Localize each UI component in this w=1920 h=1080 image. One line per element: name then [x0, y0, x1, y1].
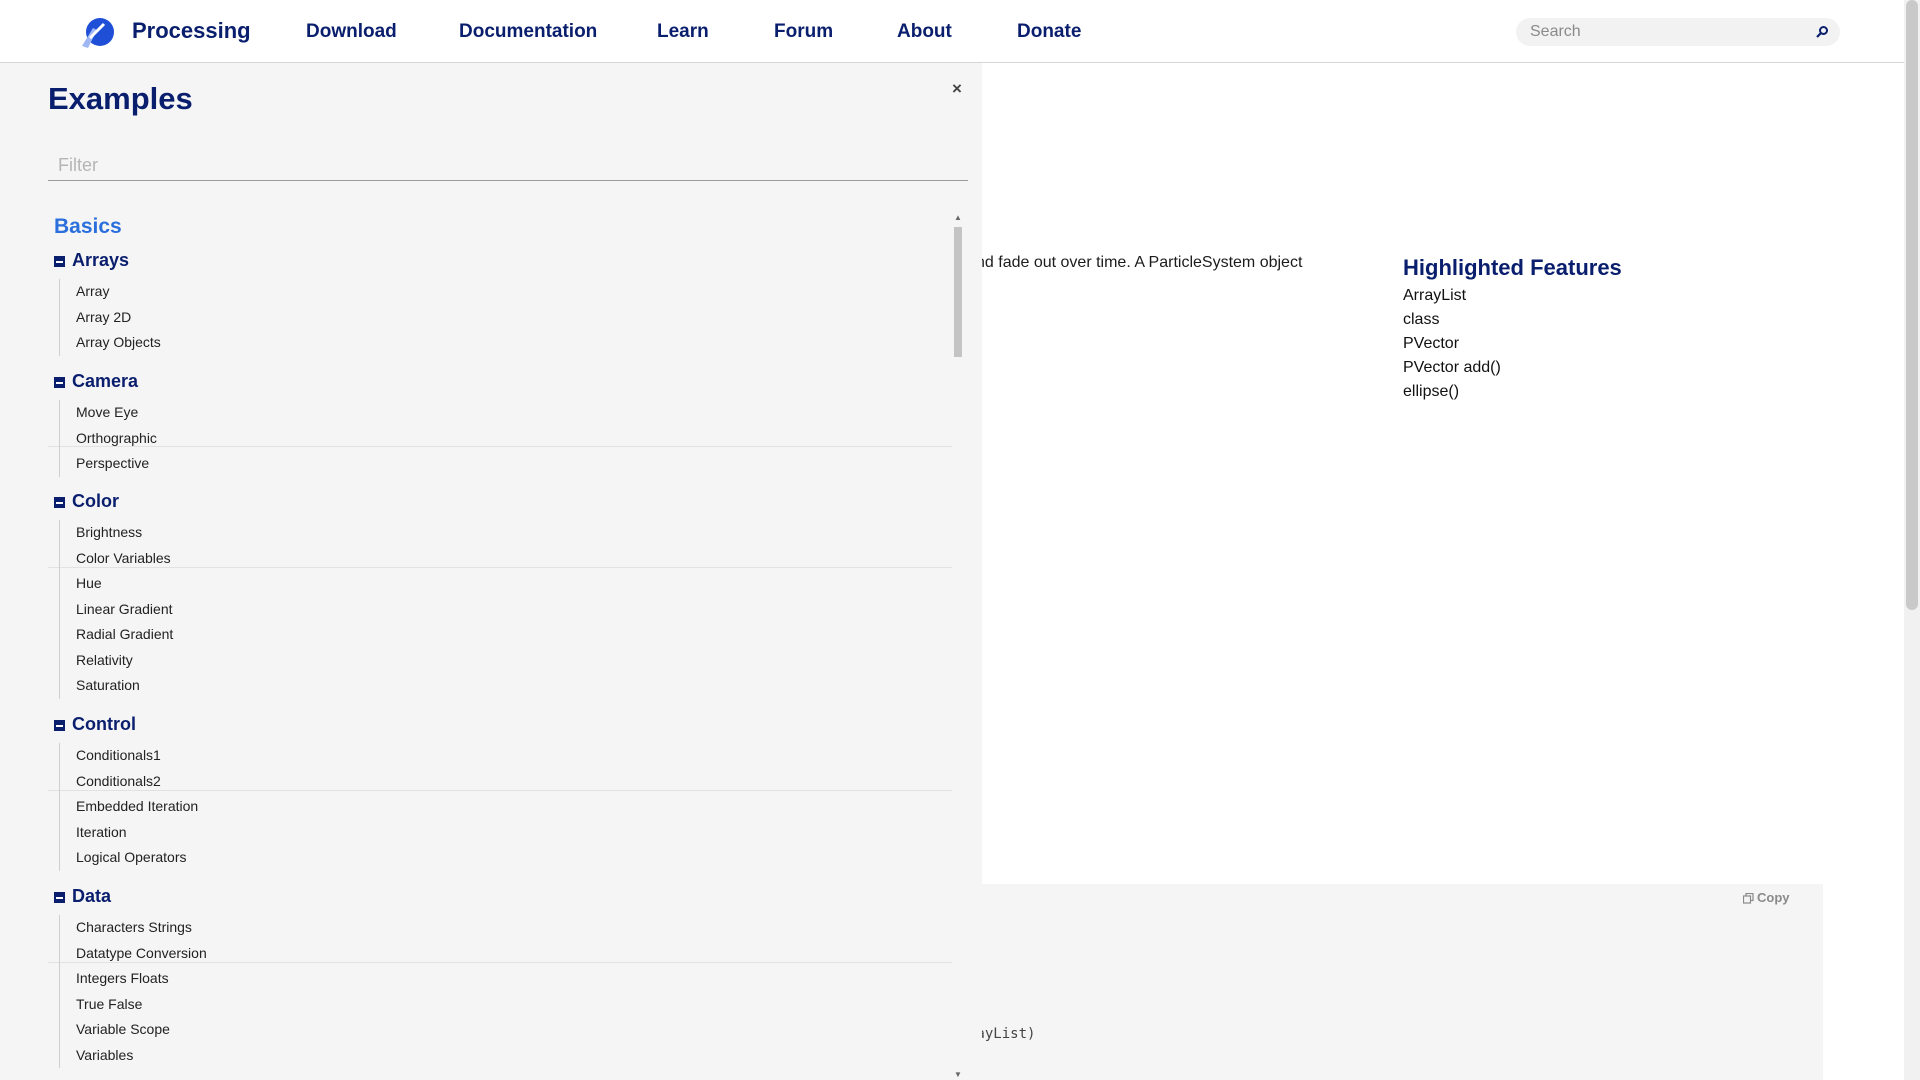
- collapse-icon: [54, 497, 65, 508]
- scroll-down-arrow-icon[interactable]: ▼: [952, 1070, 964, 1080]
- group-label: Data: [72, 886, 112, 906]
- page-scroll-thumb[interactable]: [1906, 0, 1918, 610]
- group-toggle-control[interactable]: Control: [48, 711, 952, 743]
- example-link[interactable]: Color Variables: [60, 546, 952, 572]
- example-link[interactable]: Brightness: [60, 520, 952, 546]
- search-input[interactable]: [1516, 18, 1840, 46]
- brand-name[interactable]: Processing: [132, 18, 251, 44]
- scroll-up-arrow-icon[interactable]: ▲: [952, 213, 964, 223]
- example-link[interactable]: Conditionals2: [60, 769, 952, 795]
- group-items: Move Eye Orthographic Perspective: [59, 400, 952, 477]
- nav-link-learn[interactable]: Learn: [657, 21, 709, 43]
- example-link[interactable]: Conditionals1: [60, 743, 952, 769]
- example-link[interactable]: Orthographic: [60, 426, 952, 452]
- drawer-scrollbar[interactable]: ▲ ▼: [952, 213, 964, 1080]
- feature-link[interactable]: PVector add(): [1403, 358, 1501, 382]
- feature-link[interactable]: ArrayList: [1403, 286, 1501, 310]
- example-link[interactable]: Array: [60, 279, 952, 305]
- code-block: [982, 884, 1823, 1080]
- category-heading-basics[interactable]: Basics: [54, 215, 122, 239]
- example-link[interactable]: Iteration: [60, 820, 952, 846]
- group-camera: Camera Move Eye Orthographic Perspective: [48, 368, 952, 477]
- group-arrays: Arrays Array Array 2D Array Objects: [48, 247, 952, 356]
- copy-button[interactable]: Copy: [1742, 890, 1790, 905]
- example-link[interactable]: Linear Gradient: [60, 597, 952, 623]
- nav-link-download[interactable]: Download: [306, 21, 397, 43]
- example-link[interactable]: Integers Floats: [60, 966, 952, 992]
- highlighted-features-list: ArrayList class PVector PVector add() el…: [1403, 286, 1501, 406]
- group-items: Conditionals1 Conditionals2 Embedded Ite…: [59, 743, 952, 871]
- nav-link-documentation[interactable]: Documentation: [459, 21, 597, 43]
- feature-link[interactable]: ellipse(): [1403, 382, 1501, 406]
- collapse-icon: [54, 720, 65, 731]
- group-toggle-camera[interactable]: Camera: [48, 368, 952, 400]
- example-link[interactable]: Array 2D: [60, 305, 952, 331]
- example-link[interactable]: Variables: [60, 1043, 952, 1069]
- drawer-title: Examples: [48, 81, 193, 116]
- example-link[interactable]: Variable Scope: [60, 1017, 952, 1043]
- example-link[interactable]: Datatype Conversion: [60, 941, 952, 967]
- examples-drawer: Examples × Basics Arrays Array Array 2D …: [0, 63, 982, 1080]
- search-icon[interactable]: [1812, 22, 1832, 42]
- group-color: Color Brightness Color Variables Hue Lin…: [48, 488, 952, 699]
- examples-list: Basics Arrays Array Array 2D Array Objec…: [48, 213, 952, 1080]
- group-items: Brightness Color Variables Hue Linear Gr…: [59, 520, 952, 699]
- example-link[interactable]: Move Eye: [60, 400, 952, 426]
- group-label: Control: [72, 714, 136, 734]
- group-items: Characters Strings Datatype Conversion I…: [59, 915, 952, 1068]
- group-label: Camera: [72, 371, 139, 391]
- example-link[interactable]: Embedded Iteration: [60, 794, 952, 820]
- top-navigation: Processing Download Documentation Learn …: [0, 0, 1904, 63]
- example-link[interactable]: Relativity: [60, 648, 952, 674]
- nav-link-donate[interactable]: Donate: [1017, 21, 1081, 43]
- group-toggle-data[interactable]: Data: [48, 883, 952, 915]
- close-button[interactable]: ×: [952, 79, 962, 99]
- example-link[interactable]: Saturation: [60, 673, 952, 699]
- example-link[interactable]: Characters Strings: [60, 915, 952, 941]
- nav-link-forum[interactable]: Forum: [774, 21, 833, 43]
- group-toggle-color[interactable]: Color: [48, 488, 952, 520]
- collapse-icon: [54, 377, 65, 388]
- nav-link-about[interactable]: About: [897, 21, 952, 43]
- example-link[interactable]: Logical Operators: [60, 845, 952, 871]
- example-link[interactable]: Radial Gradient: [60, 622, 952, 648]
- processing-logo-icon[interactable]: [78, 16, 114, 52]
- collapse-icon: [54, 892, 65, 903]
- group-toggle-arrays[interactable]: Arrays: [48, 247, 952, 279]
- collapse-icon: [54, 256, 65, 267]
- example-link[interactable]: Hue: [60, 571, 952, 597]
- filter-input[interactable]: [48, 151, 968, 181]
- example-link[interactable]: Array Objects: [60, 330, 952, 356]
- group-label: Arrays: [72, 250, 130, 270]
- drawer-scroll-thumb[interactable]: [954, 227, 962, 357]
- group-data: Data Characters Strings Datatype Convers…: [48, 883, 952, 1068]
- copy-label: Copy: [1757, 890, 1790, 905]
- example-link[interactable]: Perspective: [60, 451, 952, 477]
- example-description: nd fade out over time. A ParticleSystem …: [976, 254, 1303, 271]
- feature-link[interactable]: PVector: [1403, 334, 1501, 358]
- highlighted-features-heading: Highlighted Features: [1403, 255, 1622, 280]
- group-control: Control Conditionals1 Conditionals2 Embe…: [48, 711, 952, 871]
- copy-icon: [1742, 892, 1754, 904]
- example-link[interactable]: True False: [60, 992, 952, 1018]
- group-items: Array Array 2D Array Objects: [59, 279, 952, 356]
- group-label: Color: [72, 491, 119, 511]
- feature-link[interactable]: class: [1403, 310, 1501, 334]
- page-scrollbar[interactable]: [1904, 0, 1920, 1080]
